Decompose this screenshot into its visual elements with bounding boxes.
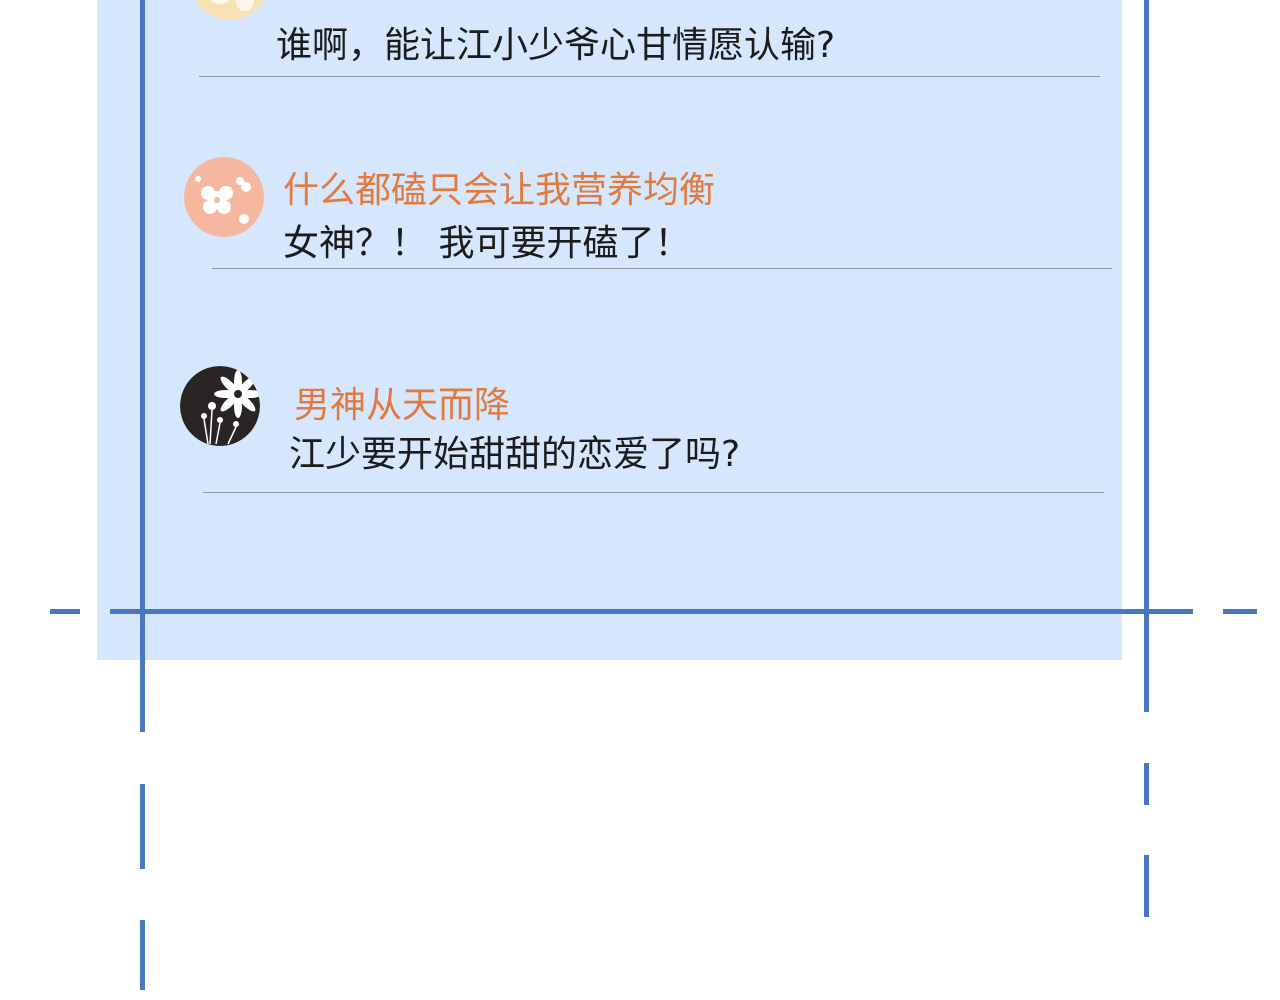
- frame-line-horizontal: [110, 609, 1193, 614]
- comment-text: 谁啊，能让江小少爷心甘情愿认输?: [276, 25, 836, 66]
- frame-line-horizontal-dash: [1223, 609, 1257, 614]
- frame-line-left-dash: [140, 920, 145, 990]
- divider: [212, 268, 1112, 269]
- comment-panel: [97, 0, 1122, 660]
- frame-line-right-dash: [1144, 855, 1149, 917]
- divider: [203, 492, 1104, 493]
- frame-line-right-dash: [1144, 763, 1149, 805]
- frame-line-left-dash: [140, 784, 145, 869]
- avatar: [180, 366, 260, 446]
- divider: [199, 76, 1100, 77]
- comment-username[interactable]: 什么都磕只会让我营养均衡: [283, 161, 715, 213]
- avatar: [184, 157, 264, 237]
- comment-username[interactable]: 男神从天而降: [294, 376, 510, 428]
- comment-text: 江少要开始甜甜的恋爱了吗?: [289, 434, 741, 475]
- frame-line-right: [1144, 0, 1149, 712]
- frame-line-left: [140, 0, 145, 732]
- frame-line-horizontal-dash: [50, 609, 80, 614]
- comment-text: 女神？！ 我可要开磕了！: [283, 223, 691, 264]
